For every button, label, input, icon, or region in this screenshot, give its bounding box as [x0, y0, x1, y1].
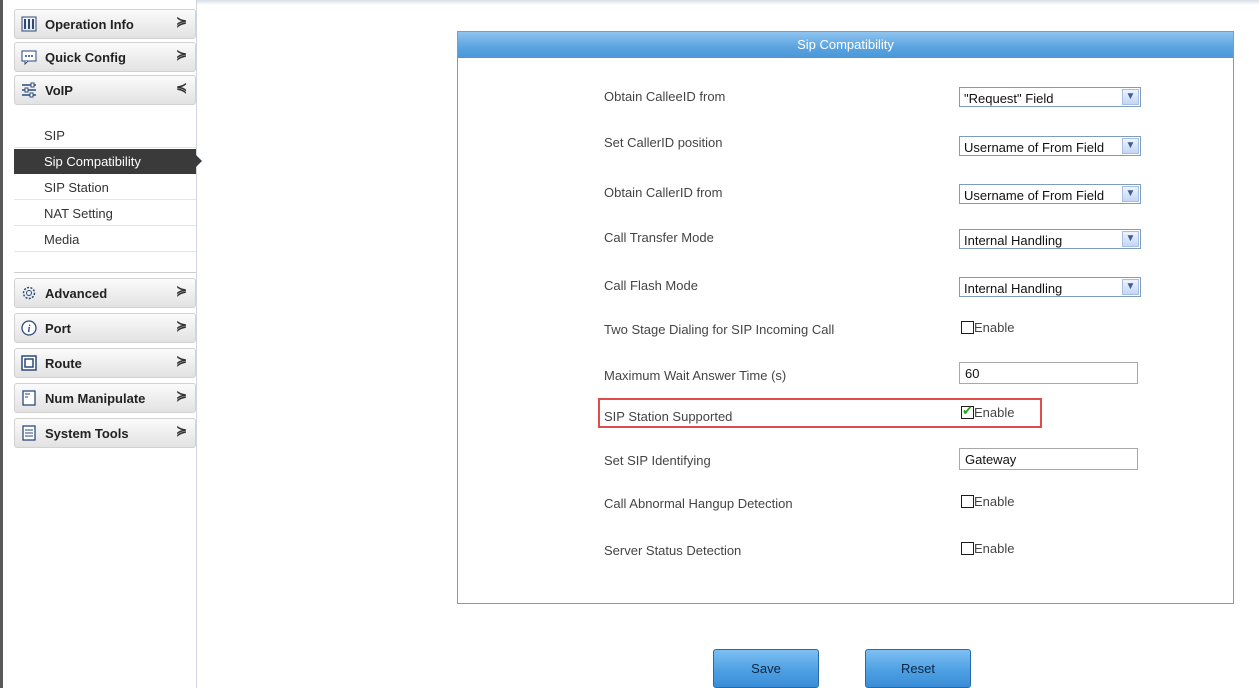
sidebar-item-label: NAT Setting	[44, 206, 113, 221]
sip-compatibility-panel: Sip Compatibility	[457, 31, 1234, 604]
two-stage-dialing-checkbox[interactable]	[961, 321, 974, 334]
checkbox-label: Enable	[974, 405, 1015, 420]
sidebar-item-label: SIP	[44, 128, 65, 143]
top-divider	[197, 0, 1259, 5]
gear-icon	[22, 286, 36, 300]
info-icon: i	[21, 320, 37, 336]
server-status-detection-toggle[interactable]: Enable	[961, 541, 1014, 556]
nav-label: Port	[45, 321, 71, 336]
obtain-calleeid-label: Obtain CalleeID from	[604, 89, 726, 104]
sidebar-item-sip-compatibility[interactable]: Sip Compatibility	[14, 149, 202, 174]
select-value: Username of From Field	[964, 140, 1105, 155]
obtain-callerid-label: Obtain CallerID from	[604, 185, 723, 200]
call-transfer-mode-label: Call Transfer Mode	[604, 230, 714, 245]
server-status-detection-checkbox[interactable]	[961, 542, 974, 555]
nav-voip[interactable]: VoIP ≼	[14, 75, 196, 105]
voip-submenu: SIP Sip Compatibility SIP Station NAT Se…	[14, 117, 202, 273]
reset-button[interactable]: Reset	[865, 649, 971, 688]
max-wait-answer-input[interactable]	[959, 362, 1138, 384]
checkbox-label: Enable	[974, 320, 1015, 335]
svg-text:i: i	[28, 324, 31, 335]
select-value: "Request" Field	[964, 91, 1054, 106]
sip-identifying-input[interactable]	[959, 448, 1138, 470]
checkbox-label: Enable	[974, 494, 1015, 509]
obtain-calleeid-select[interactable]: "Request" Field ▼	[959, 87, 1141, 107]
nav-label: Num Manipulate	[45, 391, 146, 406]
nav-label: VoIP	[45, 83, 73, 98]
set-callerid-position-select[interactable]: Username of From Field ▼	[959, 136, 1141, 156]
max-wait-answer-label: Maximum Wait Answer Time (s)	[604, 368, 787, 383]
nav-label: Advanced	[45, 286, 108, 301]
chat-icon	[21, 50, 37, 65]
nav-label: Quick Config	[45, 50, 126, 65]
chevron-up-icon: ≼	[176, 80, 187, 95]
nav-advanced[interactable]: Advanced ≽	[14, 278, 196, 308]
chevron-down-icon: ≽	[176, 283, 187, 298]
select-value: Internal Handling	[964, 281, 1063, 296]
sidebar-item-sip-station[interactable]: SIP Station	[14, 175, 196, 200]
chevron-down-icon: ▼	[1122, 89, 1139, 105]
select-value: Username of From Field	[964, 188, 1105, 203]
save-button[interactable]: Save	[713, 649, 819, 688]
server-status-detection-label: Server Status Detection	[604, 543, 742, 558]
chevron-down-icon: ≽	[176, 318, 187, 333]
sliders-icon	[22, 82, 36, 98]
bar-chart-icon	[21, 16, 37, 32]
document-icon	[22, 390, 36, 406]
nav-label: Operation Info	[45, 17, 134, 32]
sidebar-item-sip[interactable]: SIP	[14, 123, 196, 148]
checkbox-label: Enable	[974, 541, 1015, 556]
sip-station-supported-checkbox[interactable]	[961, 403, 974, 419]
chevron-down-icon: ≽	[176, 353, 187, 368]
chevron-down-icon: ▼	[1122, 231, 1139, 247]
call-flash-mode-label: Call Flash Mode	[604, 278, 698, 293]
nav-system-tools[interactable]: System Tools ≽	[14, 418, 196, 448]
nav-num-manipulate[interactable]: Num Manipulate ≽	[14, 383, 196, 413]
call-transfer-mode-select[interactable]: Internal Handling ▼	[959, 229, 1141, 249]
notepad-icon	[22, 425, 36, 441]
two-stage-dialing-toggle[interactable]: Enable	[961, 320, 1014, 335]
sidebar-item-label: Media	[44, 232, 80, 247]
select-value: Internal Handling	[964, 233, 1063, 248]
abnormal-hangup-checkbox[interactable]	[961, 495, 974, 508]
sip-station-supported-label: SIP Station Supported	[604, 409, 733, 424]
abnormal-hangup-label: Call Abnormal Hangup Detection	[604, 496, 793, 511]
chevron-down-icon: ≽	[176, 423, 187, 438]
obtain-callerid-select[interactable]: Username of From Field ▼	[959, 184, 1141, 204]
sidebar-item-media[interactable]: Media	[14, 227, 196, 252]
chevron-down-icon: ▼	[1122, 138, 1139, 154]
two-stage-dialing-label: Two Stage Dialing for SIP Incoming Call	[604, 322, 835, 337]
nav-route[interactable]: Route ≽	[14, 348, 196, 378]
set-sip-identifying-label: Set SIP Identifying	[604, 453, 711, 468]
chevron-down-icon: ≽	[176, 388, 187, 403]
chevron-down-icon: ≽	[176, 14, 187, 29]
sip-station-supported-toggle[interactable]: Enable	[961, 403, 1015, 420]
nav-port[interactable]: i Port ≽	[14, 313, 196, 343]
chevron-down-icon: ▼	[1122, 279, 1139, 295]
abnormal-hangup-toggle[interactable]: Enable	[961, 494, 1014, 509]
nav-label: Route	[45, 356, 82, 371]
nav-operation-info[interactable]: Operation Info ≽	[14, 9, 196, 39]
nav-quick-config[interactable]: Quick Config ≽	[14, 42, 196, 72]
sidebar: Operation Info ≽ Quick Config ≽ VoIP ≼ S…	[0, 0, 202, 688]
chevron-down-icon: ▼	[1122, 186, 1139, 202]
sidebar-item-label: Sip Compatibility	[44, 154, 141, 169]
sidebar-item-label: SIP Station	[44, 180, 109, 195]
square-icon	[21, 355, 37, 371]
set-callerid-position-label: Set CallerID position	[604, 135, 723, 150]
call-flash-mode-select[interactable]: Internal Handling ▼	[959, 277, 1141, 297]
panel-title: Sip Compatibility	[458, 32, 1233, 58]
nav-label: System Tools	[45, 426, 129, 441]
sidebar-item-nat-setting[interactable]: NAT Setting	[14, 201, 196, 226]
chevron-down-icon: ≽	[176, 47, 187, 62]
